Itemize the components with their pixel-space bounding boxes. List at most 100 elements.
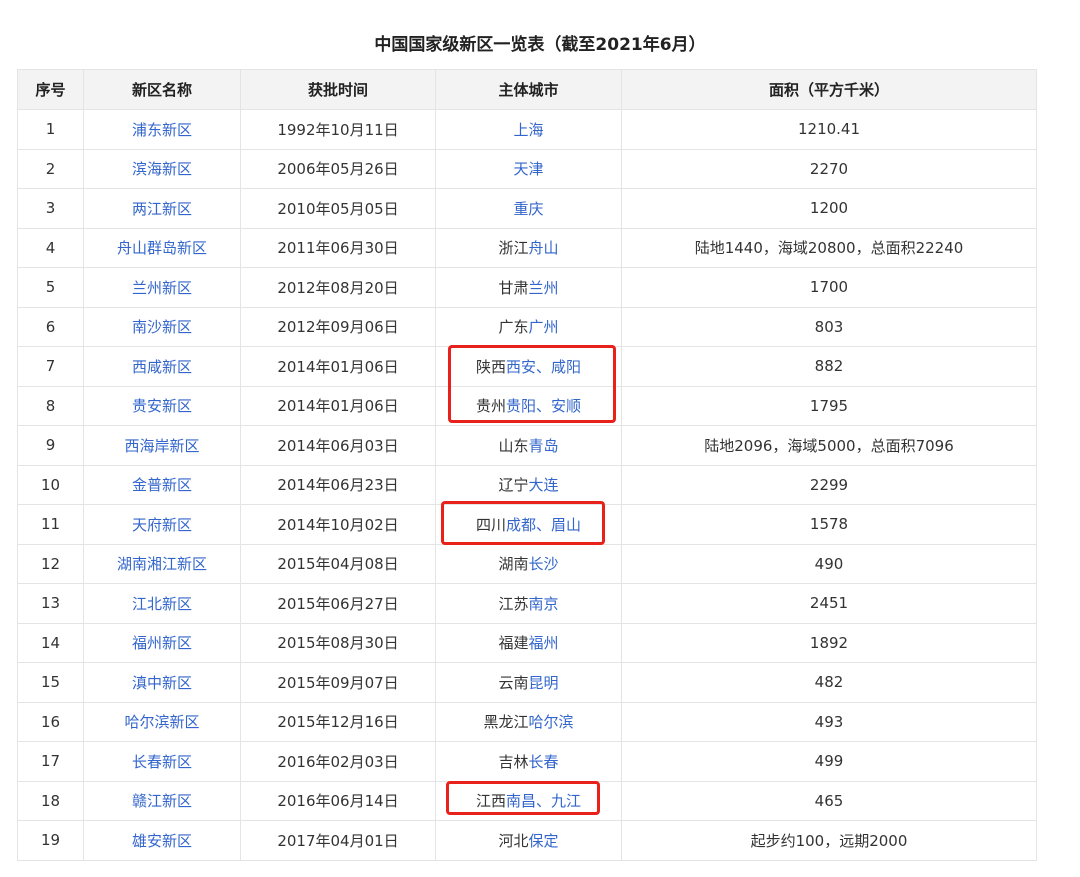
row-number: 1 <box>17 109 84 150</box>
approval-date: 2010年05月05日 <box>240 188 436 229</box>
city-province: 河北 <box>498 831 529 850</box>
city-link[interactable]: 长春 <box>529 753 559 771</box>
city-link[interactable]: 天津 <box>513 160 543 178</box>
city-province: 福建 <box>498 634 529 653</box>
row-number: 13 <box>17 583 84 624</box>
city-link[interactable]: 广州 <box>529 318 559 336</box>
area-size: 2299 <box>621 464 1037 505</box>
area-size: 493 <box>621 701 1037 742</box>
area-name-link[interactable]: 两江新区 <box>132 200 192 218</box>
area-size: 1892 <box>621 622 1037 663</box>
city-province: 黑龙江 <box>483 713 529 732</box>
area-name-link[interactable]: 金普新区 <box>132 476 192 494</box>
city-link[interactable]: 南京 <box>529 595 559 613</box>
city-province: 甘肃 <box>498 278 529 297</box>
area-name-cell: 南沙新区 <box>83 306 241 347</box>
city-link[interactable]: 兰州 <box>529 279 559 297</box>
area-name-link[interactable]: 赣江新区 <box>132 792 192 810</box>
city-link[interactable]: 昆明 <box>529 674 559 692</box>
approval-date: 2012年09月06日 <box>240 306 436 347</box>
city-cell: 重庆 <box>435 188 622 229</box>
row-number: 7 <box>17 346 84 387</box>
city-cell: 河北保定 <box>435 820 622 861</box>
city-link[interactable]: 重庆 <box>513 200 543 218</box>
city-province: 云南 <box>498 673 529 692</box>
city-link[interactable]: 舟山 <box>529 239 559 257</box>
area-name-cell: 西咸新区 <box>83 346 241 387</box>
city-province: 湖南 <box>498 555 529 574</box>
approval-date: 2011年06月30日 <box>240 227 436 268</box>
row-number: 17 <box>17 741 84 782</box>
approval-date: 1992年10月11日 <box>240 109 436 150</box>
area-name-cell: 哈尔滨新区 <box>83 701 241 742</box>
city-cell: 黑龙江哈尔滨 <box>435 701 622 742</box>
city-cell: 云南昆明 <box>435 662 622 703</box>
row-number: 5 <box>17 267 84 308</box>
city-link[interactable]: 上海 <box>513 121 543 139</box>
area-name-link[interactable]: 西咸新区 <box>132 358 192 376</box>
column-header-area: 面积（平方千米） <box>621 69 1037 110</box>
area-name-link[interactable]: 雄安新区 <box>132 832 192 850</box>
area-name-link[interactable]: 南沙新区 <box>132 318 192 336</box>
city-cell: 吉林长春 <box>435 741 622 782</box>
area-name-cell: 赣江新区 <box>83 780 241 821</box>
row-number: 10 <box>17 464 84 505</box>
city-province: 辽宁 <box>498 476 529 495</box>
area-size: 465 <box>621 780 1037 821</box>
area-name-cell: 西海岸新区 <box>83 425 241 466</box>
area-name-link[interactable]: 浦东新区 <box>132 121 192 139</box>
area-name-cell: 福州新区 <box>83 622 241 663</box>
area-size: 陆地2096，海域5000，总面积7096 <box>621 425 1037 466</box>
area-size: 882 <box>621 346 1037 387</box>
row-number: 12 <box>17 543 84 584</box>
area-name-link[interactable]: 滨海新区 <box>132 160 192 178</box>
row-number: 4 <box>17 227 84 268</box>
area-name-link[interactable]: 天府新区 <box>132 516 192 534</box>
area-size: 490 <box>621 543 1037 584</box>
row-number: 6 <box>17 306 84 347</box>
approval-date: 2016年06月14日 <box>240 780 436 821</box>
approval-date: 2006年05月26日 <box>240 148 436 189</box>
area-size: 1210.41 <box>621 109 1037 150</box>
area-name-link[interactable]: 滇中新区 <box>132 674 192 692</box>
area-name-link[interactable]: 福州新区 <box>132 634 192 652</box>
row-number: 3 <box>17 188 84 229</box>
area-name-cell: 贵安新区 <box>83 385 241 426</box>
city-link[interactable]: 保定 <box>529 832 559 850</box>
city-link[interactable]: 福州 <box>529 634 559 652</box>
area-name-link[interactable]: 江北新区 <box>132 595 192 613</box>
area-name-link[interactable]: 西海岸新区 <box>124 437 199 455</box>
area-size: 1795 <box>621 385 1037 426</box>
table-row: 15 滇中新区 2015年09月07日 云南昆明 482 <box>17 662 1037 703</box>
area-name-cell: 滨海新区 <box>83 148 241 189</box>
area-name-link[interactable]: 长春新区 <box>132 753 192 771</box>
city-link[interactable]: 大连 <box>529 476 559 494</box>
city-link[interactable]: 哈尔滨 <box>529 713 574 731</box>
area-name-link[interactable]: 兰州新区 <box>132 279 192 297</box>
table-row: 3 两江新区 2010年05月05日 重庆 1200 <box>17 188 1037 229</box>
area-size: 1700 <box>621 267 1037 308</box>
area-name-link[interactable]: 哈尔滨新区 <box>124 713 199 731</box>
area-name-link[interactable]: 贵安新区 <box>132 397 192 415</box>
city-cell: 山东青岛 <box>435 425 622 466</box>
city-cell: 辽宁大连 <box>435 464 622 505</box>
approval-date: 2015年12月16日 <box>240 701 436 742</box>
table-row: 16 哈尔滨新区 2015年12月16日 黑龙江哈尔滨 493 <box>17 701 1037 742</box>
area-name-link[interactable]: 舟山群岛新区 <box>117 239 207 257</box>
city-cell: 广东广州 <box>435 306 622 347</box>
city-cell: 湖南长沙 <box>435 543 622 584</box>
city-link[interactable]: 青岛 <box>529 437 559 455</box>
area-name-cell: 舟山群岛新区 <box>83 227 241 268</box>
row-number: 18 <box>17 780 84 821</box>
area-name-link[interactable]: 湖南湘江新区 <box>117 555 207 573</box>
city-province: 吉林 <box>498 752 529 771</box>
table-row: 13 江北新区 2015年06月27日 江苏南京 2451 <box>17 583 1037 624</box>
city-link[interactable]: 长沙 <box>529 555 559 573</box>
column-header-date: 获批时间 <box>240 69 436 110</box>
city-cell: 浙江舟山 <box>435 227 622 268</box>
area-name-cell: 雄安新区 <box>83 820 241 861</box>
highlight-box-ganjiang <box>446 781 600 815</box>
area-name-cell: 兰州新区 <box>83 267 241 308</box>
approval-date: 2015年06月27日 <box>240 583 436 624</box>
area-name-cell: 金普新区 <box>83 464 241 505</box>
